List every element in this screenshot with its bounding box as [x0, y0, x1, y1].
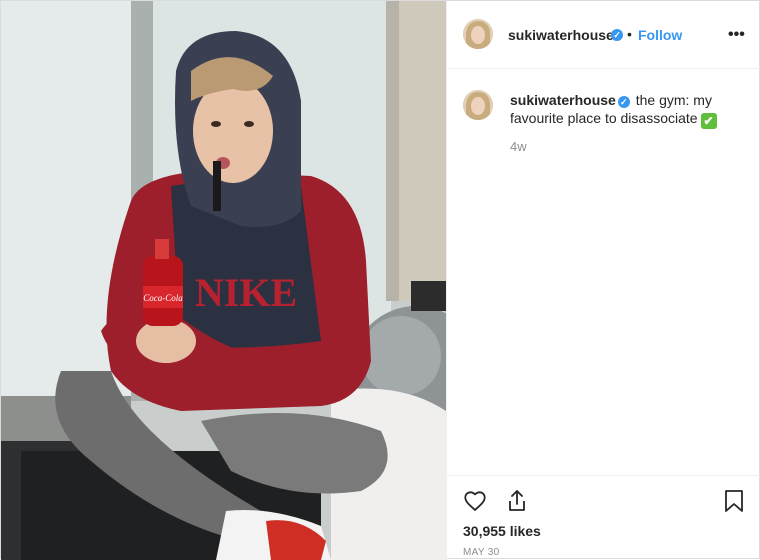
caption-timestamp[interactable]: 4w [510, 139, 527, 154]
shirt-logo-text: NIKE [195, 270, 297, 315]
bottle-label-text: Coca-Cola [143, 293, 183, 303]
caption-avatar[interactable] [463, 90, 493, 120]
post-sidebar: sukiwaterhouse ✓ • Follow ••• sukiwaterh… [446, 1, 760, 560]
post-date[interactable]: MAY 30 [463, 547, 499, 558]
caption-username[interactable]: sukiwaterhouse [510, 92, 616, 108]
separator-dot: • [627, 26, 632, 42]
follow-button[interactable]: Follow [638, 27, 682, 43]
check-mark-emoji-icon: ✔ [700, 113, 717, 129]
author-username[interactable]: sukiwaterhouse [508, 27, 614, 43]
author-avatar[interactable] [463, 19, 493, 49]
verified-badge-icon: ✓ [611, 29, 623, 41]
instagram-post: NIKE Coca-Cola sukiwaterhouse ✓ • Follow… [0, 0, 760, 560]
verified-badge-icon: ✓ [617, 96, 630, 108]
heart-icon[interactable] [463, 489, 487, 518]
post-image: NIKE Coca-Cola [1, 1, 446, 560]
more-options-icon[interactable]: ••• [728, 26, 745, 44]
post-header: sukiwaterhouse ✓ • Follow ••• [447, 1, 760, 69]
comments-section: sukiwaterhouse ✓ the gym: my favourite pl… [447, 69, 760, 475]
post-photo[interactable]: NIKE Coca-Cola [1, 1, 446, 560]
share-icon[interactable] [505, 488, 529, 519]
post-actions: 30,955 likes MAY 30 [447, 475, 760, 560]
post-caption: sukiwaterhouse ✓ the gym: my favourite pl… [510, 91, 745, 129]
likes-count[interactable]: 30,955 likes [463, 523, 541, 539]
bookmark-icon[interactable] [723, 489, 745, 518]
